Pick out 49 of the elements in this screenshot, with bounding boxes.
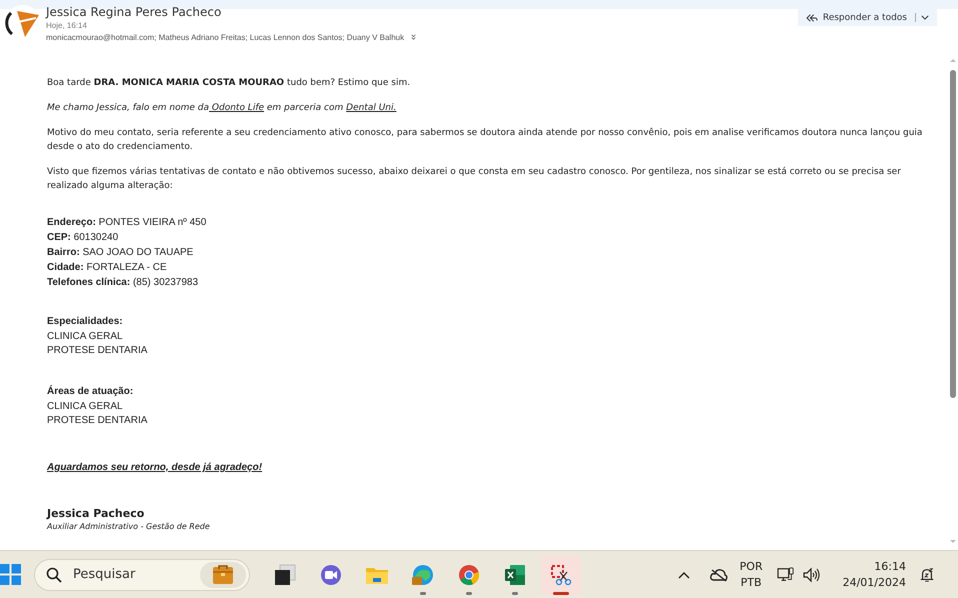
network-monitor-icon[interactable] <box>776 566 795 582</box>
closing-text: Aguardamos seu retorno, desde já agradeço! <box>47 462 264 473</box>
notification-bell-icon[interactable] <box>918 566 936 582</box>
section-item: CLINICA GERAL <box>47 400 124 414</box>
cloud-off-icon[interactable] <box>710 566 728 582</box>
speaker-icon[interactable] <box>802 566 821 582</box>
section-item: PROTESE DENTARIA <box>47 344 148 358</box>
record-field: Telefones clínica: (85) 30237983 <box>47 275 938 290</box>
signature-role: Auxiliar Administrativo - Gestão de Rede <box>47 522 211 531</box>
spreadsheet-icon <box>503 562 527 586</box>
clock-time[interactable]: 16:14 <box>842 558 906 574</box>
search-box[interactable]: Pesquisar <box>34 558 250 590</box>
record-field: Cidade: FORTALEZA - CE <box>47 260 938 275</box>
windows-start-icon[interactable] <box>0 564 21 585</box>
record-field: Endereço: PONTES VIEIRA nº 450 <box>47 215 938 230</box>
expand-icon[interactable] <box>410 34 418 41</box>
search-icon <box>46 566 62 582</box>
sender-name: Jessica Regina Peres Pacheco <box>46 6 222 18</box>
intro-text: Me chamo Jessica, falo em nome da <box>47 103 210 113</box>
browser-icon <box>411 562 435 586</box>
section-title: Áreas de atuação: <box>47 384 134 399</box>
record-field: CEP: 60130240 <box>47 230 938 245</box>
reply-all-button[interactable]: Responder a todos <box>798 9 937 26</box>
caret-icon <box>921 15 929 20</box>
paragraph-text: Motivo do meu contato, seria referente a seu credenciamento ativo conosco, para sabermos se doutora ainda atende por nosso convênio, pois em analise verificamos doutora nunca lançou guia desde o ato do credenciamento. <box>47 126 924 154</box>
task-view-icon <box>273 562 297 586</box>
scissors-icon <box>549 562 573 586</box>
section-title: Especialidades: <box>47 315 124 329</box>
scrollbar-drawing[interactable] <box>948 56 958 546</box>
message-time: Hoje, 16:14 <box>46 21 88 30</box>
record-field: Bairro: SAO JOAO DO TAUAPE <box>47 245 938 260</box>
keyboard-layout-label[interactable]: PTB <box>740 574 763 590</box>
video-chat-icon <box>319 562 343 586</box>
section-item: CLINICA GERAL <box>47 330 124 344</box>
paragraph-text: Visto que fizemos várias tentativas de contato e não obtivemos sucesso, abaixo deixarei o que consta em seu cadastro conosco. Por gentileza, nos sinalizar se está correto ou se precisa ser realizado alguma alteração: <box>47 166 902 193</box>
briefcase-icon <box>211 564 235 584</box>
section-item: PROTESE DENTARIA <box>47 414 148 428</box>
intro-text: em parceria com <box>266 103 344 113</box>
signature-name: Jessica Pacheco <box>47 507 146 520</box>
company-link[interactable]: Dental Uni. <box>346 103 396 113</box>
reply-all-icon <box>806 12 818 22</box>
search-field[interactable]: Pesquisar <box>71 566 200 583</box>
chrome-icon <box>457 562 481 586</box>
recipients-list: monicacmourao@hotmail.com; Matheus Adriano Freitas; Lucas Lennon dos Santos; Duany V Balhuk <box>46 33 404 42</box>
clock-date[interactable]: 24/01/2024 <box>842 574 906 590</box>
chevron-up-icon[interactable] <box>678 570 690 578</box>
language-label[interactable]: POR <box>740 558 763 574</box>
company-link[interactable]: Odonto Life <box>209 103 264 113</box>
greeting-text: Boa tarde DRA. MONICA MARIA COSTA MOURAO tudo bem? Estimo que sim. <box>47 77 412 90</box>
